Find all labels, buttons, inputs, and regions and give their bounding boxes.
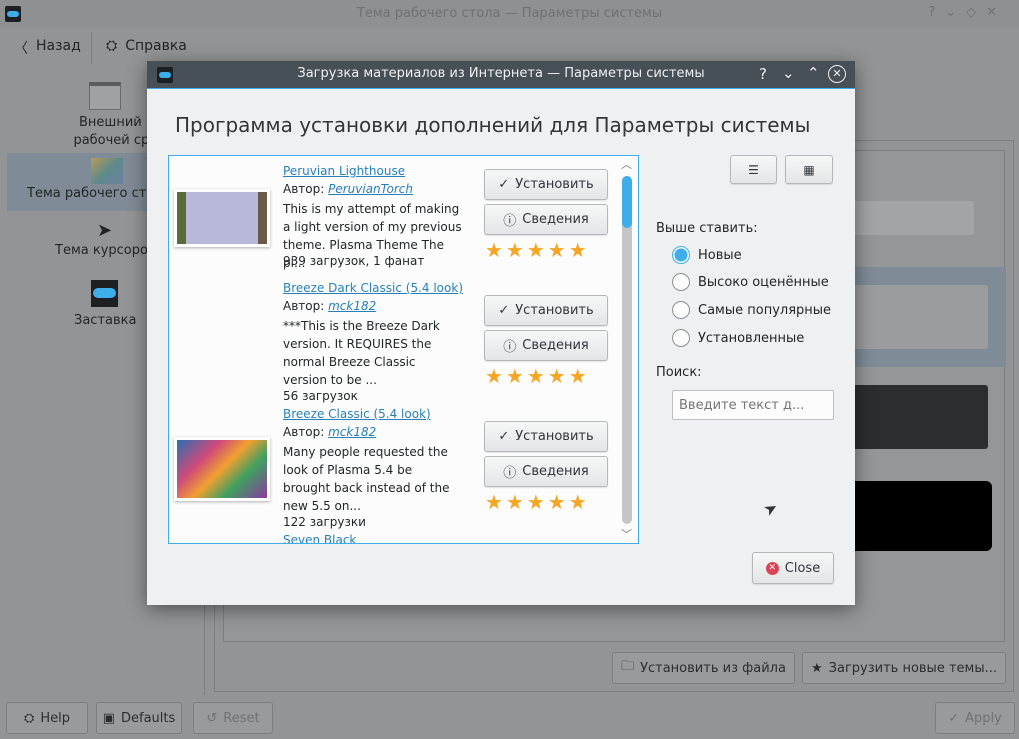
maximize-icon[interactable]: ⌃ bbox=[807, 64, 820, 82]
scroll-up-icon[interactable]: ︿ bbox=[621, 156, 632, 172]
sort-option-rating[interactable]: Высоко оценённые bbox=[672, 273, 829, 291]
item-name-link[interactable]: Breeze Classic (5.4 look) bbox=[283, 407, 431, 421]
rating-stars: ★★★★★ bbox=[485, 364, 590, 388]
details-list-icon: ☰ bbox=[748, 162, 759, 177]
help-icon[interactable]: ? bbox=[759, 65, 767, 83]
item-name-link[interactable]: Peruvian Lighthouse bbox=[283, 164, 405, 178]
item-description: Many people requested the look of Plasma… bbox=[283, 445, 450, 513]
radio-selected[interactable] bbox=[672, 246, 690, 264]
splash-toggle-icon bbox=[91, 280, 118, 307]
minimize-icon[interactable]: ⌄ bbox=[782, 64, 795, 82]
install-button[interactable]: ✓ Установить bbox=[484, 295, 608, 326]
sort-option-popular[interactable]: Самые популярные bbox=[672, 301, 831, 319]
author-link[interactable]: mck182 bbox=[328, 299, 376, 313]
list-view-button[interactable]: ☰ bbox=[730, 155, 777, 184]
radio[interactable] bbox=[672, 273, 690, 291]
star-icon: ★ bbox=[810, 660, 823, 676]
close-icon[interactable]: ✕ bbox=[828, 65, 846, 83]
folder-icon: 🗀 bbox=[621, 659, 635, 674]
info-icon: ⓘ bbox=[503, 340, 517, 355]
window-titlebar: Тема рабочего стола — Параметры системы … bbox=[0, 0, 1019, 28]
reset-button: ↺ Reset bbox=[193, 702, 273, 734]
author-link[interactable]: mck182 bbox=[328, 425, 376, 439]
sort-label: Выше ставить: bbox=[656, 221, 758, 236]
lifebuoy-icon: ⛭ bbox=[23, 710, 35, 726]
search-label: Поиск: bbox=[656, 365, 702, 380]
author-label: Автор: bbox=[283, 182, 325, 196]
dialog-heading: Программа установки дополнений для Парам… bbox=[175, 113, 811, 137]
author-label: Автор: bbox=[283, 425, 325, 439]
defaults-button[interactable]: ▣ Defaults bbox=[96, 702, 182, 734]
item-stats: 56 загрузок bbox=[283, 389, 358, 403]
scrollbar[interactable] bbox=[622, 176, 632, 524]
search-input[interactable] bbox=[672, 390, 834, 420]
chevron-left-icon: 〈 bbox=[14, 41, 28, 57]
toolbar-divider bbox=[91, 32, 92, 64]
install-button[interactable]: ✓ Установить bbox=[484, 169, 608, 200]
details-button[interactable]: ⓘ Сведения bbox=[484, 204, 608, 235]
item-description: ***This is the Breeze Dark version. It R… bbox=[283, 319, 440, 387]
details-button[interactable]: ⓘ Сведения bbox=[484, 330, 608, 361]
sort-option-installed[interactable]: Установленные bbox=[672, 329, 804, 347]
icon-view-button[interactable]: ▦ bbox=[785, 155, 833, 184]
close-circle-icon: ✕ bbox=[765, 561, 779, 575]
back-button[interactable]: 〈 Назад bbox=[14, 38, 81, 58]
get-new-stuff-dialog: Загрузка материалов из Интернета — Парам… bbox=[147, 61, 855, 605]
author-label: Автор: bbox=[283, 299, 325, 313]
rating-stars: ★★★★★ bbox=[485, 490, 590, 514]
item-stats: 939 загрузок, 1 фанат bbox=[283, 254, 425, 268]
defaults-icon: ▣ bbox=[102, 710, 115, 726]
item-stats: 122 загрузки bbox=[283, 515, 366, 529]
lifebuoy-icon: ⛭ bbox=[106, 38, 118, 54]
mouse-cursor: ➤ bbox=[760, 496, 782, 521]
items-list: ︿ ﹀ Peruvian Lighthouse Автор: PeruvianT… bbox=[168, 155, 639, 544]
get-new-themes-button[interactable]: ★ Загрузить новые темы... bbox=[802, 652, 1006, 684]
scroll-down-icon[interactable]: ﹀ bbox=[621, 526, 632, 542]
item-thumbnail[interactable] bbox=[174, 189, 270, 247]
icon-grid-icon: ▦ bbox=[803, 162, 815, 177]
window-title: Тема рабочего стола — Параметры системы bbox=[356, 6, 663, 21]
undo-icon: ↺ bbox=[206, 710, 218, 726]
help-button[interactable]: ⛭ Справка bbox=[106, 38, 187, 54]
apply-button: ✓ Apply bbox=[935, 702, 1015, 734]
info-icon: ⓘ bbox=[503, 214, 517, 229]
item-thumbnail[interactable] bbox=[174, 437, 270, 501]
sort-option-newest[interactable]: Новые bbox=[672, 246, 742, 264]
details-button[interactable]: ⓘ Сведения bbox=[484, 456, 608, 487]
close-button[interactable]: ✕ Close bbox=[752, 552, 834, 584]
install-button[interactable]: ✓ Установить bbox=[484, 421, 608, 452]
item-name-link[interactable]: Seven Black bbox=[283, 533, 356, 543]
check-icon: ✓ bbox=[498, 303, 510, 318]
check-icon: ✓ bbox=[498, 429, 510, 444]
radio[interactable] bbox=[672, 301, 690, 319]
window-icon bbox=[89, 82, 121, 110]
window-controls[interactable]: ?⌄◇✕ bbox=[928, 5, 1007, 20]
check-icon: ✓ bbox=[948, 710, 960, 726]
info-icon: ⓘ bbox=[503, 466, 517, 481]
dialog-title: Загрузка материалов из Интернета — Парам… bbox=[297, 66, 705, 81]
check-icon: ✓ bbox=[498, 177, 510, 192]
install-from-file-button[interactable]: 🗀 Установить из файла bbox=[612, 652, 795, 684]
item-name-link[interactable]: Breeze Dark Classic (5.4 look) bbox=[283, 281, 463, 295]
author-link[interactable]: PeruvianTorch bbox=[328, 182, 413, 196]
help-bottom-button[interactable]: ⛭ Help bbox=[6, 702, 88, 734]
dialog-titlebar: Загрузка материалов из Интернета — Парам… bbox=[147, 61, 855, 89]
radio[interactable] bbox=[672, 329, 690, 347]
desktop-theme-icon bbox=[91, 158, 123, 184]
rating-stars: ★★★★★ bbox=[485, 238, 590, 262]
